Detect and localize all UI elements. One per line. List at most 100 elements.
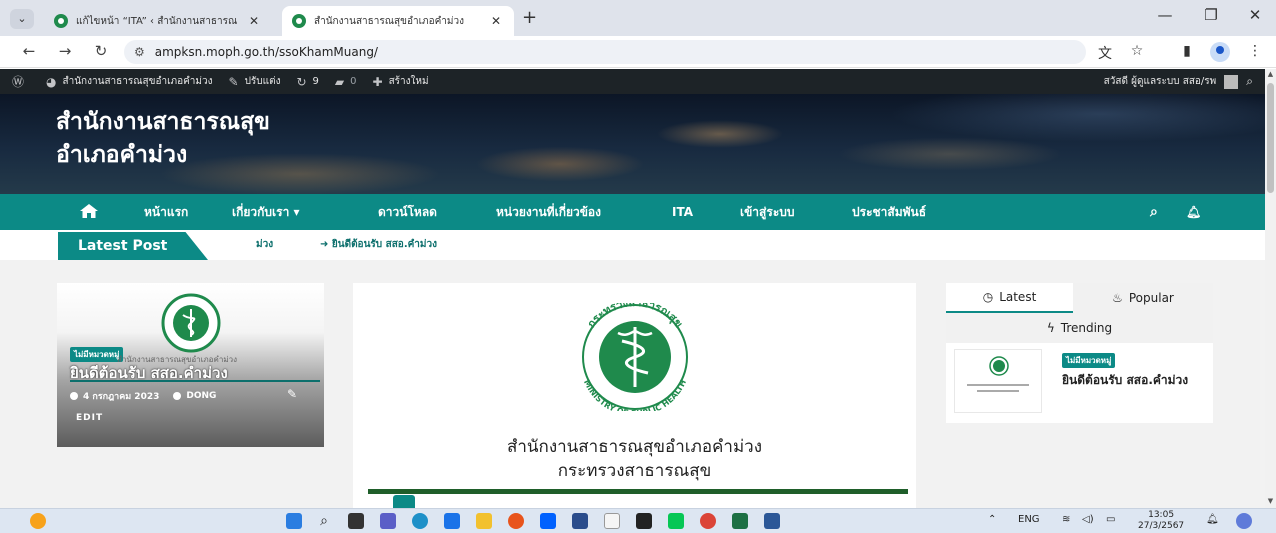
edit-pencil-icon[interactable]: ✎ [287,387,297,401]
tray-chevron-icon[interactable]: ⌃ [988,514,996,525]
clock-icon: ◷ [982,290,994,304]
close-tab-icon[interactable]: ✕ [488,14,504,28]
scroll-up-icon[interactable]: ▲ [1265,70,1276,78]
home-icon[interactable] [80,204,98,218]
sidebar-post-item[interactable]: ไม่มีหมวดหมู่ ยินดีต้อนรับ สสอ.คำม่วง [954,349,1208,413]
featured-post-card[interactable]: ไม่มีหมวดหมู่ สำนักงานสาธารณสุขอำเภอคำม่… [57,283,324,447]
ticker-item[interactable]: ➜ ยินดีต้อนรับ สสอ.คำม่วง [320,237,437,252]
sidebar-post-title[interactable]: ยินดีต้อนรับ สสอ.คำม่วง [1062,371,1202,390]
new-tab-icon[interactable]: + [522,7,537,28]
updates-icon: ↻ [296,74,307,89]
scroll-thumb[interactable] [1267,83,1274,193]
divider [368,489,908,494]
wifi-icon[interactable]: ≋ [1062,514,1070,525]
tabbed-posts-widget: ◷ Latest ♨ Popular ϟ Trending ไม่มีหมวดห… [946,283,1213,423]
teams-icon[interactable] [380,513,396,529]
amazon-icon[interactable] [604,513,620,529]
translate-icon[interactable]: 文 [1094,43,1116,63]
thumb-text-line [977,390,1019,392]
post-meta: 4 กรกฎาคม 2023 DONG [70,389,230,403]
edge-icon[interactable] [412,513,428,529]
admin-customize-link[interactable]: ✎ ปรับแต่ง [229,74,281,89]
app-icon[interactable] [572,513,588,529]
forward-icon[interactable]: → [54,42,76,60]
main-post-card[interactable]: กระทรวงสาธารณสุข MINISTRY OF PUBLIC HEAL… [353,283,916,509]
tab-search-icon[interactable]: ⌄ [10,9,34,29]
bookmark-star-icon[interactable]: ☆ [1126,43,1148,59]
copilot-icon[interactable] [1236,513,1252,529]
line-icon[interactable] [668,513,684,529]
moph-logo-thumb [989,356,1009,376]
site-title[interactable]: สำนักงานสาธารณสุข อำเภอคำม่วง [56,106,270,172]
firefox-icon[interactable] [508,513,524,529]
nav-item-related-agencies[interactable]: หน่วยงานที่เกี่ยวข้อง [496,194,601,230]
admin-updates-link[interactable]: ↻ 9 [296,75,318,89]
site-info-icon[interactable]: ⚙ [134,45,145,59]
excel-icon[interactable] [732,513,748,529]
site-header-banner: สำนักงานสาธารณสุข อำเภอคำม่วง [0,94,1265,194]
taskbar-search-icon[interactable]: ⌕ [316,513,332,529]
nav-item-home[interactable]: หน้าแรก [144,194,188,230]
close-tab-icon[interactable]: ✕ [246,14,262,28]
close-window-icon[interactable]: ✕ [1240,6,1270,24]
mail-icon[interactable] [444,513,460,529]
edit-link[interactable]: EDIT [76,413,103,423]
notification-bell-icon[interactable]: 🔔︎ [1186,194,1201,230]
tab-trending[interactable]: ϟ Trending [946,313,1213,343]
ministry-name: กระทรวงสาธารณสุข [557,461,712,481]
battery-icon[interactable]: ▭ [1106,514,1115,525]
nav-item-about[interactable]: เกี่ยวกับเรา ▾ [232,194,300,230]
task-view-icon[interactable] [348,513,364,529]
admin-comments-link[interactable]: ▰ 0 [335,75,357,89]
nav-item-login[interactable]: เข้าสู่ระบบ [740,194,795,230]
nav-item-announcements[interactable]: ประชาสัมพันธ์ [852,194,926,230]
tab-title: แก้ไขหน้า “ITA” ‹ สำนักงานสาธารณ [76,15,238,27]
tab-popular[interactable]: ♨ Popular [1073,283,1213,313]
admin-search-icon[interactable]: ⌕ [1246,74,1253,89]
restore-icon[interactable]: ❐ [1196,6,1226,24]
language-indicator[interactable]: ENG [1018,514,1040,525]
word-icon[interactable] [764,513,780,529]
back-icon[interactable]: ← [18,42,40,60]
nav-item-ita[interactable]: ITA [672,194,693,230]
browser-tab-home[interactable]: สำนักงานสาธารณสุขอำเภอคำม่วง ✕ [282,6,514,36]
menu-dots-icon[interactable]: ⋮ [1244,43,1266,59]
search-icon[interactable]: ⌕ [1150,194,1158,230]
windows-taskbar: ⌕ ⌃ ENG ≋ ◁) ▭ 13:05 27/3/2567 🔔︎ [0,508,1276,533]
user-icon [173,392,182,400]
ticker-item-partial[interactable]: ม่วง [256,237,273,252]
category-tag-partial[interactable] [393,495,415,509]
media-app-icon[interactable] [636,513,652,529]
admin-site-link[interactable]: ◕ สำนักงานสาธารณสุขอำเภอคำม่วง [46,74,212,89]
flame-icon: ♨ [1112,291,1123,305]
notification-bell-icon[interactable]: 🔔︎ [1206,514,1219,525]
minimize-icon[interactable]: — [1150,6,1180,24]
dropbox-icon[interactable] [540,513,556,529]
admin-new-link[interactable]: ✚ สร้างใหม่ [373,74,429,89]
weather-widget-icon[interactable] [30,513,46,529]
wordpress-logo-icon[interactable]: Ⓦ [12,73,30,90]
system-clock[interactable]: 13:05 27/3/2567 [1138,510,1184,532]
post-category-badge[interactable]: ไม่มีหมวดหมู่ [1062,353,1116,368]
volume-icon[interactable]: ◁) [1082,514,1094,525]
post-category-badge[interactable]: ไม่มีหมวดหมู่ [70,347,124,362]
scroll-down-icon[interactable]: ▼ [1265,497,1276,505]
browser-tab-edit-ita[interactable]: แก้ไขหน้า “ITA” ‹ สำนักงานสาธารณ ✕ [44,6,272,36]
page-scrollbar[interactable]: ▲ ▼ [1265,69,1276,508]
file-explorer-icon[interactable] [476,513,492,529]
address-bar[interactable]: ⚙ ampksn.moph.go.th/ssoKhamMuang/ [124,40,1086,64]
site-favicon-icon [292,14,306,28]
nav-item-download[interactable]: ดาวน์โหลด [378,194,437,230]
post-date[interactable]: 4 กรกฎาคม 2023 [70,389,159,403]
tab-latest[interactable]: ◷ Latest [946,283,1073,313]
admin-greeting[interactable]: สวัสดี ผู้ดูแลระบบ สสอ/รพ [1104,74,1217,89]
post-author[interactable]: DONG [173,391,216,401]
reload-icon[interactable]: ↻ [90,42,112,60]
thumb-text-line [967,384,1029,386]
side-panel-icon[interactable]: ▮ [1176,43,1198,59]
profile-avatar-icon[interactable] [1210,42,1230,62]
post-thumbnail[interactable] [954,349,1042,413]
chrome-icon[interactable] [700,513,716,529]
admin-avatar[interactable] [1224,74,1239,89]
start-icon[interactable] [286,513,302,529]
